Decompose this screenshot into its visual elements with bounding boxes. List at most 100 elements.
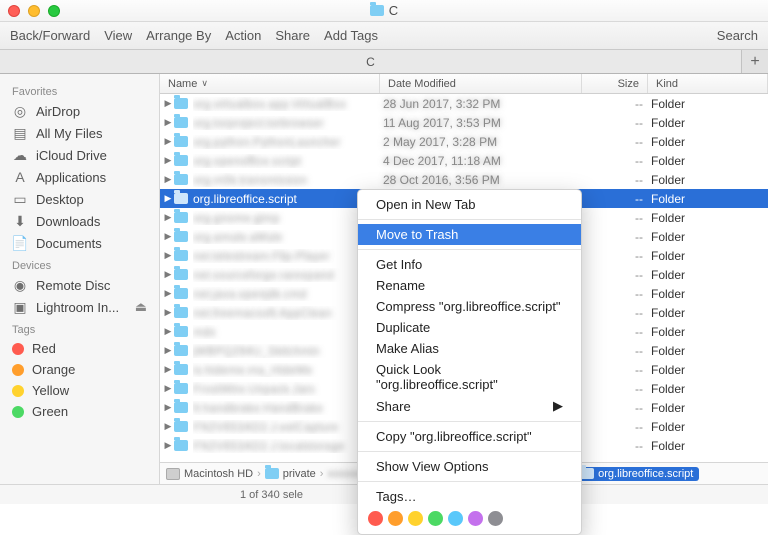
add-tags-button[interactable]: Add Tags [324,28,378,43]
path-root[interactable]: Macintosh HD [184,468,253,480]
menu-compress[interactable]: Compress "org.libreoffice.script" [358,296,581,317]
sidebar-tag-yellow[interactable]: Yellow [0,380,159,401]
new-tab-button[interactable]: + [742,50,768,73]
titlebar: C [0,0,768,22]
disclosure-triangle-icon[interactable]: ▶ [160,440,172,451]
search-button[interactable]: Search [717,28,758,43]
file-date: 28 Oct 2016, 3:56 PM [383,173,585,187]
file-kind: Folder [651,401,768,415]
back-forward-button[interactable]: Back/Forward [10,28,90,43]
sidebar-tag-orange[interactable]: Orange [0,359,159,380]
column-name[interactable]: Name∨ [160,74,380,93]
menu-show-view-options[interactable]: Show View Options [358,456,581,477]
close-window-button[interactable] [8,5,20,17]
disclosure-triangle-icon[interactable]: ▶ [160,269,172,280]
tag-color-swatch[interactable] [368,511,383,526]
devices-heading: Devices [0,254,159,274]
sidebar-icon: ▭ [12,191,28,207]
disclosure-triangle-icon[interactable]: ▶ [160,193,172,204]
folder-icon [174,383,188,394]
disclosure-triangle-icon[interactable]: ▶ [160,421,172,432]
sidebar-item-airdrop[interactable]: ◎AirDrop [0,100,159,122]
sidebar-item-desktop[interactable]: ▭Desktop [0,188,159,210]
menu-share[interactable]: Share▶ [358,395,581,417]
file-date: 4 Dec 2017, 11:18 AM [383,154,585,168]
disclosure-triangle-icon[interactable]: ▶ [160,383,172,394]
tag-color-swatch[interactable] [388,511,403,526]
disclosure-triangle-icon[interactable]: ▶ [160,117,172,128]
file-kind: Folder [651,192,768,206]
minimize-window-button[interactable] [28,5,40,17]
sidebar-item-label: All My Files [36,126,102,141]
disclosure-triangle-icon[interactable]: ▶ [160,288,172,299]
disclosure-triangle-icon[interactable]: ▶ [160,174,172,185]
view-button[interactable]: View [104,28,132,43]
folder-icon [265,468,279,479]
disclosure-triangle-icon[interactable]: ▶ [160,307,172,318]
disclosure-triangle-icon[interactable]: ▶ [160,402,172,413]
sidebar-tag-green[interactable]: Green [0,401,159,422]
path-current[interactable]: org.libreoffice.script [574,467,699,481]
sidebar-item-documents[interactable]: 📄Documents [0,232,159,254]
sidebar-item-lightroom-in-[interactable]: ▣Lightroom In...⏏ [0,296,159,318]
disclosure-triangle-icon[interactable]: ▶ [160,364,172,375]
sidebar-item-remote-disc[interactable]: ◉Remote Disc [0,274,159,296]
sidebar-item-label: Lightroom In... [36,300,119,315]
column-kind[interactable]: Kind [648,74,768,93]
menu-move-to-trash[interactable]: Move to Trash [358,224,581,245]
file-kind: Folder [651,268,768,282]
chevron-icon: › [320,468,324,480]
share-button[interactable]: Share [275,28,310,43]
disclosure-triangle-icon[interactable]: ▶ [160,98,172,109]
menu-quick-look[interactable]: Quick Look "org.libreoffice.script" [358,359,581,395]
tab-c[interactable]: C [0,50,742,73]
sidebar-item-icloud-drive[interactable]: ☁iCloud Drive [0,144,159,166]
menu-copy[interactable]: Copy "org.libreoffice.script" [358,426,581,447]
file-kind: Folder [651,363,768,377]
menu-open-new-tab[interactable]: Open in New Tab [358,194,581,215]
path-seg[interactable]: private [283,468,316,480]
tag-color-swatch[interactable] [448,511,463,526]
sidebar-item-downloads[interactable]: ⬇Downloads [0,210,159,232]
action-button[interactable]: Action [225,28,261,43]
file-row[interactable]: ▶org.m0k.transmission28 Oct 2016, 3:56 P… [160,170,768,189]
sidebar-item-label: Remote Disc [36,278,110,293]
sidebar-item-label: Green [32,404,68,419]
harddisk-icon [166,468,180,480]
tag-color-swatch[interactable] [488,511,503,526]
column-size[interactable]: Size [582,74,648,93]
file-row[interactable]: ▶org.torproject.torbrowser11 Aug 2017, 3… [160,113,768,132]
disclosure-triangle-icon[interactable]: ▶ [160,250,172,261]
folder-icon [174,288,188,299]
tag-color-swatch[interactable] [468,511,483,526]
disclosure-triangle-icon[interactable]: ▶ [160,326,172,337]
disclosure-triangle-icon[interactable]: ▶ [160,345,172,356]
menu-rename[interactable]: Rename [358,275,581,296]
folder-icon [174,326,188,337]
file-row[interactable]: ▶org.openoffice.script4 Dec 2017, 11:18 … [160,151,768,170]
menu-get-info[interactable]: Get Info [358,254,581,275]
disclosure-triangle-icon[interactable]: ▶ [160,136,172,147]
toolbar: Back/Forward View Arrange By Action Shar… [0,22,768,50]
folder-icon [174,212,188,223]
disclosure-triangle-icon[interactable]: ▶ [160,231,172,242]
tag-color-swatch[interactable] [428,511,443,526]
file-name: org.gnome.gimp [193,211,383,225]
disclosure-triangle-icon[interactable]: ▶ [160,212,172,223]
file-name: org.amule.aMule [193,230,383,244]
eject-icon[interactable]: ⏏ [135,299,147,315]
zoom-window-button[interactable] [48,5,60,17]
sidebar-item-applications[interactable]: AApplications [0,166,159,188]
folder-icon [174,440,188,451]
menu-duplicate[interactable]: Duplicate [358,317,581,338]
sidebar-item-all-my-files[interactable]: ▤All My Files [0,122,159,144]
menu-make-alias[interactable]: Make Alias [358,338,581,359]
tag-color-swatch[interactable] [408,511,423,526]
file-row[interactable]: ▶org.python.PythonLauncher2 May 2017, 3:… [160,132,768,151]
arrange-by-button[interactable]: Arrange By [146,28,211,43]
file-kind: Folder [651,173,768,187]
file-row[interactable]: ▶org.virtualbox.app.VirtualBox28 Jun 201… [160,94,768,113]
sidebar-tag-red[interactable]: Red [0,338,159,359]
disclosure-triangle-icon[interactable]: ▶ [160,155,172,166]
column-date[interactable]: Date Modified [380,74,582,93]
